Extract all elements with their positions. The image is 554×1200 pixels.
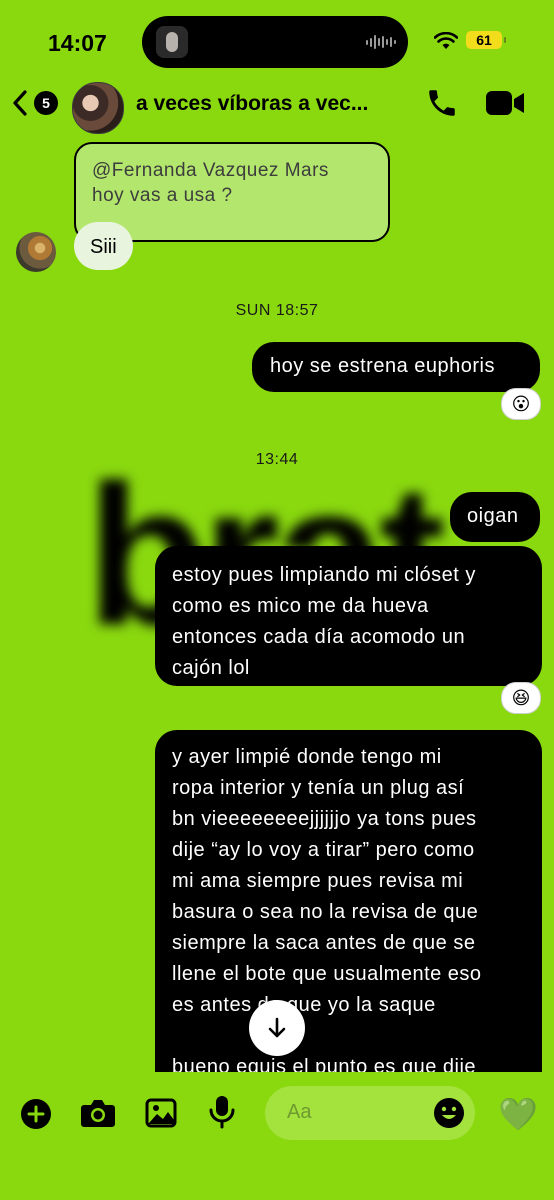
status-bar: 14:07 61	[0, 0, 554, 78]
message-line: es antes de que yo la saque	[172, 994, 436, 1016]
message-line: entonces cada día acomodo un	[172, 626, 466, 648]
outgoing-message[interactable]: oigan	[450, 492, 540, 542]
incoming-message[interactable]: Siii	[74, 222, 133, 270]
message-reaction[interactable]: 😮	[501, 388, 541, 420]
plus-icon[interactable]	[20, 1098, 52, 1130]
message-line: mi ama siempre pues revisa mi	[172, 870, 464, 892]
unread-count-badge: 5	[34, 91, 58, 115]
reply-quote-text: hoy vas a usa ?	[92, 185, 233, 206]
message-line: ropa interior y tenía un plug así	[172, 777, 465, 799]
message-line: llene el bote que usualmente eso	[172, 963, 482, 985]
chat-header: 5 a veces víboras a vec...	[0, 74, 554, 136]
reply-quote-mention: @Fernanda Vazquez Mars	[92, 160, 329, 181]
status-time: 14:07	[48, 30, 107, 56]
message-line: dije “ay lo voy a tirar” pero como	[172, 839, 475, 861]
like-heart-button[interactable]: 💚	[498, 1094, 538, 1134]
message-line	[172, 1021, 525, 1052]
message-line: siempre la saca antes de que se	[172, 932, 476, 954]
back-button[interactable]: 5	[10, 86, 62, 120]
composer-bar: Aa 💚	[0, 1072, 554, 1200]
sender-avatar[interactable]	[16, 232, 56, 272]
message-line: basura o sea no la revisa de que	[172, 901, 479, 923]
dynamic-island	[142, 16, 408, 68]
phone-icon[interactable]	[425, 86, 459, 120]
battery-indicator: 61	[466, 31, 506, 49]
video-camera-icon[interactable]	[484, 88, 526, 118]
image-icon[interactable]	[145, 1098, 177, 1128]
message-reaction[interactable]: 😆	[501, 682, 541, 714]
smiley-icon[interactable]	[433, 1097, 465, 1129]
message-line: y ayer limpié donde tengo mi	[172, 746, 442, 768]
outgoing-message[interactable]: estoy pues limpiando mi clóset y como es…	[155, 546, 542, 686]
outgoing-message[interactable]: hoy se estrena euphoris	[252, 342, 540, 392]
scroll-to-bottom-button[interactable]	[249, 1000, 305, 1056]
chat-title[interactable]: a veces víboras a vec...	[136, 92, 368, 116]
message-line: cajón lol	[172, 657, 250, 679]
microphone-icon[interactable]	[208, 1094, 236, 1130]
camera-icon[interactable]	[80, 1098, 116, 1128]
timestamp: SUN 18:57	[235, 302, 319, 319]
wifi-icon	[434, 32, 458, 49]
message-input[interactable]: Aa	[265, 1086, 475, 1140]
arrow-down-icon	[268, 1017, 286, 1038]
outgoing-message[interactable]: y ayer limpié donde tengo mi ropa interi…	[155, 730, 542, 1100]
message-line: como es mico me da hueva	[172, 595, 429, 617]
message-line: estoy pues limpiando mi clóset y	[172, 564, 476, 586]
now-playing-thumbnail	[156, 26, 188, 58]
message-line: bn vieeeeeeeejjjjjjo ya tons pues	[172, 808, 477, 830]
audio-waveform-icon	[366, 34, 396, 50]
group-avatar[interactable]	[72, 82, 124, 134]
message-input-placeholder: Aa	[287, 1101, 312, 1123]
back-chevron-icon	[13, 90, 27, 116]
